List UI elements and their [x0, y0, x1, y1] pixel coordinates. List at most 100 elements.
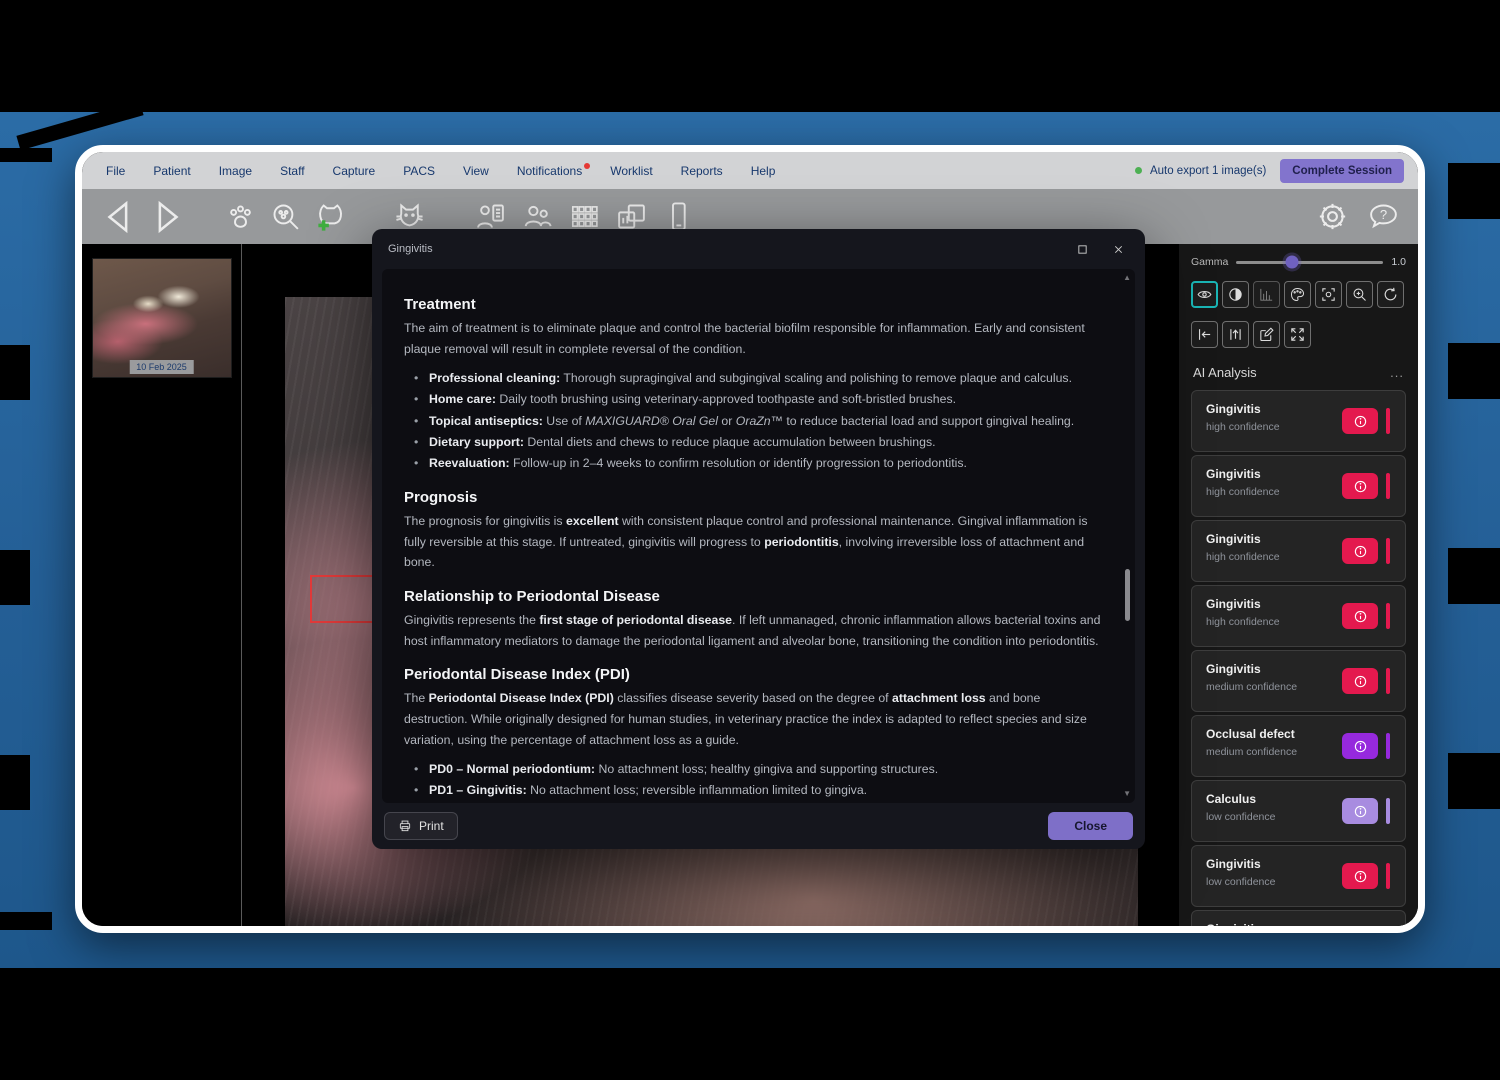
ai-finding-info-button[interactable] [1342, 733, 1378, 759]
windowing-tool-button[interactable] [1191, 281, 1218, 308]
section-heading: Prognosis [404, 489, 1105, 506]
ai-finding-card[interactable]: Calculuslow confidence [1191, 780, 1406, 842]
menu-item-image[interactable]: Image [205, 164, 266, 178]
menu-item-pacs[interactable]: PACS [389, 164, 449, 178]
text-segment: attachment loss [892, 691, 986, 705]
text-segment: Dietary support: [429, 435, 524, 449]
background-mark [1448, 548, 1500, 604]
help-icon[interactable]: ? [1367, 200, 1400, 233]
add-patient-icon[interactable] [314, 200, 347, 233]
annotate-icon [1258, 326, 1275, 343]
bullet-text: PD1 – Gingivitis: No attachment loss; re… [429, 780, 867, 801]
right-panel: Gamma 1.0 AI Analysis ... Gingivitishigh… [1178, 244, 1418, 926]
text-segment: Gingivitis represents the [404, 613, 539, 627]
collapse-left-tool-button[interactable] [1191, 321, 1218, 348]
scroll-down-arrow[interactable]: ▼ [1123, 790, 1131, 798]
text-segment: classifies disease severity based on the… [614, 691, 892, 705]
menu-item-file[interactable]: File [92, 164, 139, 178]
detect-tool-button[interactable] [1315, 281, 1342, 308]
menu-item-notifications[interactable]: Notifications [503, 164, 596, 178]
ai-finding-info-button[interactable] [1342, 408, 1378, 434]
ai-finding-color-bar [1386, 603, 1390, 629]
zoom-in-tool-button[interactable] [1346, 281, 1373, 308]
annotate-tool-button[interactable] [1253, 321, 1280, 348]
search-icon[interactable] [269, 200, 302, 233]
modal-footer: Print Close [372, 803, 1145, 849]
svg-text:?: ? [1380, 207, 1387, 222]
menu-item-patient[interactable]: Patient [139, 164, 204, 178]
gamma-slider[interactable] [1236, 261, 1383, 264]
ai-finding-card[interactable]: Occlusal defectmedium confidence [1191, 715, 1406, 777]
ai-finding-card[interactable]: Gingivitislow confidence [1191, 845, 1406, 907]
palette-tool-button[interactable] [1284, 281, 1311, 308]
ai-finding-card[interactable]: Gingivitismedium confidence [1191, 650, 1406, 712]
bullet-text: Home care: Daily tooth brushing using ve… [429, 389, 956, 410]
ai-finding-color-bar [1386, 538, 1390, 564]
ai-finding-color-bar [1386, 668, 1390, 694]
settings-icon[interactable] [1316, 200, 1349, 233]
fullscreen-icon [1289, 326, 1306, 343]
text-segment: Daily tooth brushing using veterinary-ap… [496, 392, 956, 406]
modal-content[interactable]: ▲ ▼ TreatmentThe aim of treatment is to … [382, 269, 1135, 803]
image-thumbnail[interactable]: 10 Feb 2025 [92, 258, 232, 378]
ai-finding-info-button[interactable] [1342, 668, 1378, 694]
menu-item-view[interactable]: View [449, 164, 503, 178]
scroll-up-arrow[interactable]: ▲ [1123, 274, 1131, 282]
text-segment: Professional cleaning: [429, 371, 560, 385]
flip-vertical-tool-button[interactable] [1222, 321, 1249, 348]
maximize-button[interactable] [1071, 240, 1093, 258]
ai-finding-info-button[interactable] [1342, 473, 1378, 499]
background-mark [1448, 163, 1500, 219]
ai-finding-color-bar [1386, 408, 1390, 434]
ai-finding-card[interactable]: Gingivitishigh confidence [1191, 390, 1406, 452]
print-icon [398, 819, 412, 833]
close-icon[interactable] [1107, 240, 1129, 258]
ai-finding-card[interactable]: Gingivitislow confidence [1191, 910, 1406, 926]
print-button[interactable]: Print [384, 812, 458, 840]
text-segment: excellent [566, 514, 619, 528]
ai-finding-info-button[interactable] [1342, 798, 1378, 824]
menu-item-capture[interactable]: Capture [319, 164, 390, 178]
tool-row-2 [1191, 321, 1406, 348]
section-heading: Relationship to Periodontal Disease [404, 588, 1105, 605]
section-paragraph: The aim of treatment is to eliminate pla… [404, 318, 1105, 359]
text-segment: The prognosis for gingivitis is [404, 514, 566, 528]
bullet-marker: • [414, 411, 429, 432]
ai-finding-info-button[interactable] [1342, 603, 1378, 629]
paw-icon[interactable] [224, 200, 257, 233]
bullet-marker: • [414, 368, 429, 389]
forward-icon[interactable] [148, 198, 186, 236]
section-heading: Periodontal Disease Index (PDI) [404, 666, 1105, 683]
ai-finding-card[interactable]: Gingivitishigh confidence [1191, 520, 1406, 582]
ai-analysis-menu-button[interactable]: ... [1390, 365, 1404, 380]
gamma-slider-thumb[interactable] [1286, 256, 1299, 269]
menu-item-help[interactable]: Help [737, 164, 790, 178]
rotate-tool-button[interactable] [1377, 281, 1404, 308]
ai-finding-card[interactable]: Gingivitishigh confidence [1191, 455, 1406, 517]
scrollbar-thumb[interactable] [1125, 569, 1130, 621]
text-segment: PD0 – Normal periodontium: [429, 762, 595, 776]
bullet-item: •Professional cleaning: Thorough supragi… [404, 368, 1105, 389]
menu-item-reports[interactable]: Reports [667, 164, 737, 178]
menu-item-worklist[interactable]: Worklist [596, 164, 666, 178]
histogram-tool-button[interactable] [1253, 281, 1280, 308]
ai-finding-card[interactable]: Gingivitishigh confidence [1191, 585, 1406, 647]
background-mark [0, 148, 52, 162]
bullet-marker: • [414, 780, 429, 801]
ai-finding-info-button[interactable] [1342, 538, 1378, 564]
modal-title: Gingivitis [388, 243, 433, 255]
fullscreen-tool-button[interactable] [1284, 321, 1311, 348]
close-button[interactable]: Close [1048, 812, 1133, 840]
background-mark [0, 912, 52, 930]
toolbar-right-group: ? [1316, 200, 1400, 233]
back-icon[interactable] [100, 198, 138, 236]
ai-finding-info-button[interactable] [1342, 863, 1378, 889]
text-segment: Use of [543, 414, 585, 428]
complete-session-button[interactable]: Complete Session [1280, 159, 1404, 183]
bullet-marker: • [414, 432, 429, 453]
bullet-text: Professional cleaning: Thorough supragin… [429, 368, 1072, 389]
ai-analysis-title: AI Analysis [1193, 365, 1257, 380]
contrast-tool-button[interactable] [1222, 281, 1249, 308]
menu-item-staff[interactable]: Staff [266, 164, 318, 178]
text-segment: The [404, 691, 429, 705]
